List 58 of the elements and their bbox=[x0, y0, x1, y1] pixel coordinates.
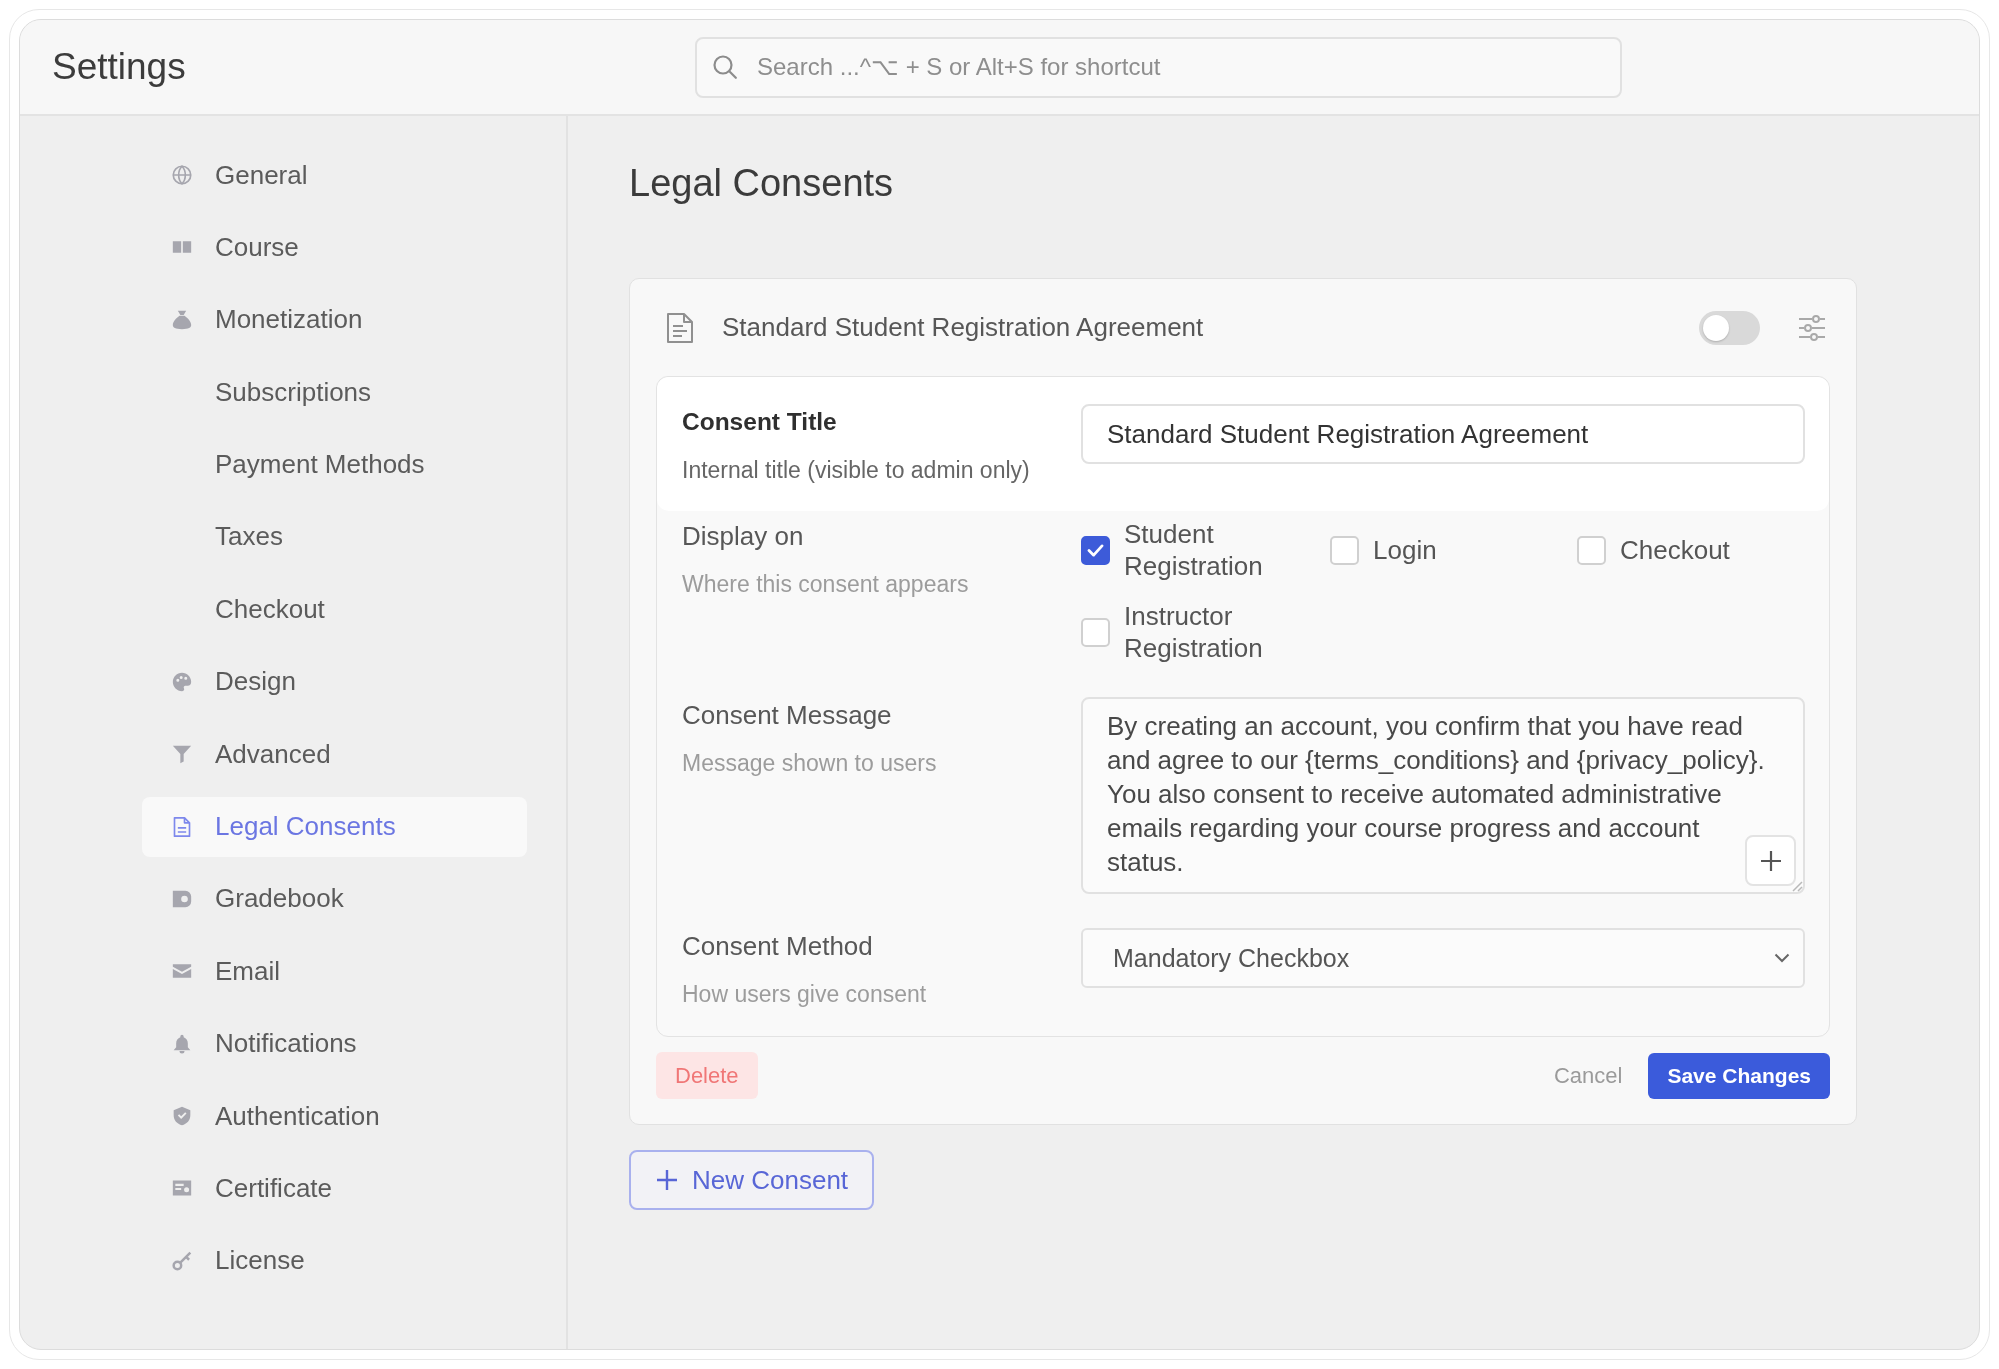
app-title: Settings bbox=[52, 46, 186, 87]
notebook-icon bbox=[172, 888, 192, 909]
search-field[interactable]: Search ...^⌥ + S or Alt+S for shortcut bbox=[695, 36, 1622, 98]
field-label: Consent Method bbox=[682, 932, 873, 960]
sidebar-item[interactable]: Payment Methods bbox=[142, 434, 527, 495]
document-icon bbox=[667, 312, 693, 343]
save-button[interactable]: Save Changes bbox=[1648, 1052, 1830, 1099]
plus-icon bbox=[1759, 849, 1782, 872]
globe-icon bbox=[172, 165, 192, 185]
document-icon bbox=[172, 816, 192, 837]
bag-icon bbox=[172, 309, 192, 330]
option-label: Instructor Registration bbox=[1124, 600, 1264, 664]
sidebar-item[interactable]: Course bbox=[142, 217, 527, 278]
resize-handle[interactable] bbox=[1791, 880, 1803, 892]
sidebar-item[interactable]: Monetization bbox=[142, 289, 527, 350]
funnel-icon bbox=[172, 744, 192, 765]
new-consent-button[interactable]: New Consent bbox=[629, 1150, 874, 1210]
sidebar-item[interactable]: License bbox=[142, 1230, 527, 1291]
page-title: Legal Consents bbox=[629, 161, 894, 205]
shield-check-icon bbox=[172, 1106, 192, 1127]
field-description: Message shown to users bbox=[682, 751, 937, 775]
checkbox[interactable] bbox=[1081, 535, 1110, 565]
message-field[interactable]: By creating an account, you confirm that you have read and agree to our {terms_conditions} and {privacy_policy}. You also consent to receive automated administrative emails regarding your course progress and account status. bbox=[1081, 697, 1805, 894]
key-icon bbox=[172, 1250, 192, 1271]
sidebar-item[interactable]: Gradebook bbox=[142, 868, 527, 929]
field-label: Consent Title bbox=[682, 408, 837, 436]
option-label: Student Registration bbox=[1124, 518, 1264, 582]
insert-button[interactable] bbox=[1745, 835, 1796, 886]
chevron-down-icon bbox=[1774, 953, 1790, 963]
sidebar-item[interactable]: Certificate bbox=[142, 1158, 527, 1219]
title-input[interactable]: Standard Student Registration Agreement bbox=[1081, 404, 1805, 464]
sidebar-item[interactable]: Taxes bbox=[142, 506, 527, 567]
sidebar-item[interactable]: Notifications bbox=[142, 1013, 527, 1074]
consent-name: Standard Student Registration Agreement bbox=[722, 312, 1204, 343]
field-label: Display on bbox=[682, 522, 804, 550]
toggle-switch[interactable] bbox=[1699, 310, 1760, 345]
sidebar-item[interactable]: Legal Consents bbox=[142, 796, 527, 857]
checkmark-icon bbox=[1087, 543, 1104, 557]
method-select[interactable]: Mandatory Checkbox bbox=[1081, 928, 1805, 988]
sidebar-item[interactable]: General bbox=[142, 145, 527, 205]
sidebar-item[interactable]: Authentication bbox=[142, 1086, 527, 1147]
palette-icon bbox=[172, 671, 192, 692]
sidebar-item[interactable]: Subscriptions bbox=[142, 362, 527, 423]
option-label: Login bbox=[1373, 534, 1437, 566]
sliders-icon[interactable] bbox=[1799, 314, 1825, 341]
certificate-icon bbox=[172, 1178, 192, 1199]
field-description: How users give consent bbox=[682, 982, 927, 1006]
field-description: Internal title (visible to admin only) bbox=[682, 458, 1030, 482]
bell-icon bbox=[172, 1033, 192, 1054]
field-description: Where this consent appears bbox=[682, 572, 969, 596]
search-icon bbox=[713, 54, 737, 79]
plus-icon bbox=[656, 1169, 678, 1191]
sidebar-item[interactable]: Checkout bbox=[142, 579, 527, 640]
sidebar-item[interactable]: Advanced bbox=[142, 724, 527, 785]
sidebar-item[interactable]: Email bbox=[142, 941, 527, 1002]
option-label: Checkout bbox=[1620, 534, 1730, 566]
field-label: Consent Message bbox=[682, 701, 892, 729]
sidebar-item[interactable]: Design bbox=[142, 651, 527, 712]
